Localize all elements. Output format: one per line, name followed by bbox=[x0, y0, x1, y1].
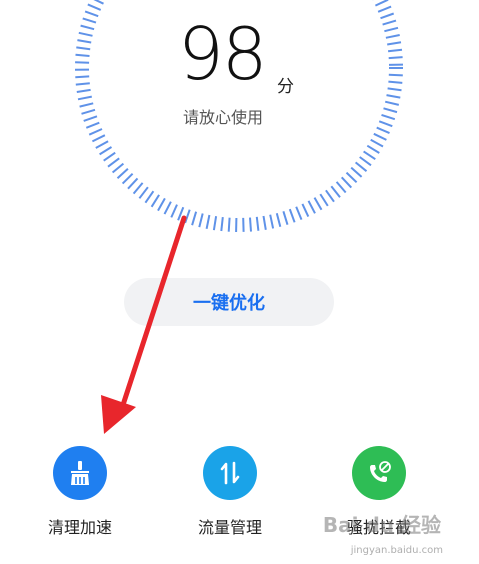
status-text: 请放心使用 bbox=[183, 108, 264, 127]
tool-cleanup-accelerate[interactable]: 清理加速 bbox=[25, 446, 135, 538]
dial-tick bbox=[387, 48, 403, 53]
dial-tick bbox=[262, 215, 267, 230]
dial-tick bbox=[335, 181, 347, 194]
dial-tick bbox=[378, 120, 393, 128]
dial-tick bbox=[388, 56, 403, 60]
dial-tick bbox=[220, 216, 224, 232]
dial-tick bbox=[301, 203, 310, 218]
dial-tick bbox=[325, 189, 335, 203]
dial-tick bbox=[116, 168, 129, 179]
dial-tick bbox=[95, 140, 109, 149]
dial-tick bbox=[75, 75, 90, 79]
one-click-optimize-button[interactable]: 一键优化 bbox=[124, 278, 334, 326]
dial-tick bbox=[388, 73, 403, 77]
dial-tick bbox=[76, 88, 91, 93]
dial-tick bbox=[275, 212, 282, 227]
dial-tick bbox=[386, 94, 401, 99]
dial-tick bbox=[345, 171, 358, 184]
dial-tick bbox=[138, 186, 149, 199]
dial-tick bbox=[307, 200, 316, 214]
dial-tick bbox=[75, 82, 90, 86]
dial-tick bbox=[91, 134, 106, 143]
dial-tick bbox=[88, 128, 103, 136]
dial-tick bbox=[249, 217, 252, 232]
dial-tick bbox=[376, 126, 390, 135]
dial-tick bbox=[75, 53, 90, 57]
watermark-logo: Bai du 经验 bbox=[322, 513, 441, 537]
dial-tick bbox=[79, 102, 94, 108]
dial-tick bbox=[387, 87, 402, 92]
dial-tick bbox=[388, 80, 403, 84]
dial-tick bbox=[82, 17, 97, 24]
dial-tick bbox=[384, 26, 399, 33]
dial-tick bbox=[191, 211, 198, 226]
dial-tick bbox=[340, 176, 353, 189]
dial-tick bbox=[170, 204, 178, 218]
dial-tick bbox=[269, 214, 275, 229]
tool-data-management[interactable]: 流量管理 bbox=[175, 446, 285, 538]
dial-tick bbox=[384, 100, 400, 106]
dial-tick bbox=[78, 31, 93, 37]
dial-tick bbox=[366, 144, 380, 154]
dial-tick bbox=[77, 95, 92, 101]
dial-tick bbox=[132, 182, 144, 195]
dial-tick bbox=[177, 206, 185, 221]
dial-tick bbox=[76, 46, 91, 51]
dial-tick bbox=[75, 61, 90, 64]
dial-tick bbox=[144, 190, 155, 204]
dial-tick bbox=[80, 24, 95, 31]
watermark-url: jingyan.baidu.com bbox=[350, 545, 443, 556]
tool-label: 清理加速 bbox=[47, 518, 112, 537]
dial-tick bbox=[150, 194, 160, 208]
dial-tick bbox=[363, 150, 376, 161]
dial-tick bbox=[198, 213, 204, 228]
dial-tick bbox=[157, 197, 166, 212]
dial-tick bbox=[383, 107, 398, 114]
dial-tick bbox=[77, 39, 92, 44]
dial-tick bbox=[319, 193, 329, 207]
dial-tick bbox=[387, 41, 402, 46]
dial-tick bbox=[83, 115, 98, 122]
dial-tick bbox=[107, 157, 120, 168]
dial-tick bbox=[87, 3, 102, 11]
dial-tick bbox=[282, 211, 289, 225]
dial-tick bbox=[370, 138, 384, 148]
score-unit: 分 bbox=[277, 77, 294, 97]
dial-tick bbox=[377, 5, 392, 13]
dial-tick bbox=[295, 206, 303, 220]
dial-tick bbox=[99, 146, 113, 156]
broom-icon bbox=[53, 446, 107, 500]
data-transfer-icon bbox=[203, 446, 257, 500]
dial-tick bbox=[184, 209, 191, 224]
dial-tick bbox=[227, 217, 231, 232]
dial-tick bbox=[380, 12, 395, 20]
dial-tick bbox=[313, 197, 323, 211]
dial-tick bbox=[373, 132, 387, 141]
dial-tick bbox=[111, 162, 125, 174]
dial-tick bbox=[350, 166, 363, 178]
dial-tick bbox=[385, 34, 400, 39]
dial-tick bbox=[354, 161, 368, 172]
dial-tick bbox=[81, 108, 96, 115]
score-value: 98 bbox=[178, 12, 268, 96]
dial-tick bbox=[381, 113, 396, 121]
dial-tick bbox=[103, 151, 116, 162]
tool-label: 流量管理 bbox=[197, 518, 262, 537]
dial-tick bbox=[85, 121, 100, 129]
dial-tick bbox=[359, 156, 372, 167]
dial-tick bbox=[127, 177, 139, 190]
dial-tick bbox=[288, 208, 296, 223]
dial-tick bbox=[255, 216, 260, 231]
dial-tick bbox=[212, 216, 218, 231]
call-block-icon bbox=[352, 446, 406, 500]
dial-tick bbox=[84, 10, 99, 18]
dial-tick bbox=[163, 201, 172, 215]
dial-tick bbox=[374, 0, 389, 7]
dial-tick bbox=[121, 172, 134, 185]
dial-tick bbox=[330, 185, 341, 198]
dial-tick bbox=[93, 0, 104, 5]
dial-tick bbox=[382, 19, 397, 26]
dial-tick bbox=[205, 214, 211, 229]
